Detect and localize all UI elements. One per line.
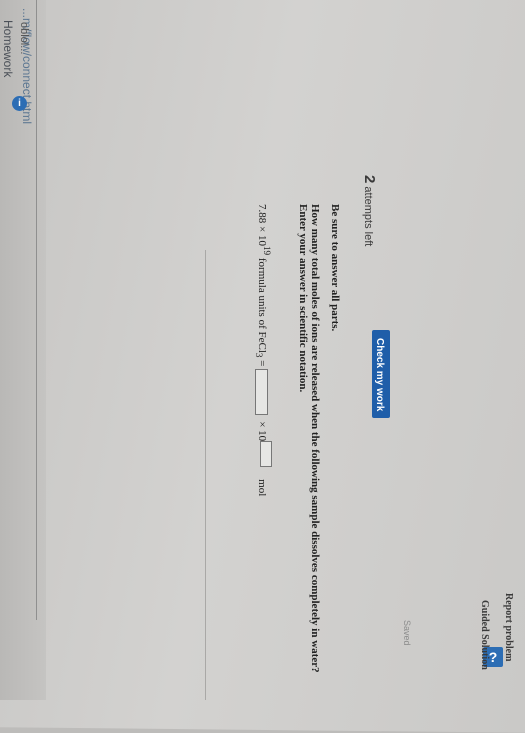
mantissa-input[interactable] <box>255 369 269 416</box>
sample-label: formula units of FeCl <box>256 255 269 353</box>
guided-solution-link[interactable]: Guided Solution <box>479 600 490 670</box>
check-my-work-label: Check my work <box>374 338 385 412</box>
divider <box>36 0 37 620</box>
attempts-left: 2 attempts left <box>361 175 378 246</box>
info-icon-glyph: i <box>18 98 21 109</box>
equals-sign: = <box>256 357 269 370</box>
question-line-1: How many total moles of ions are release… <box>309 204 321 673</box>
info-icon[interactable]: i <box>12 96 27 111</box>
tab-title[interactable]: oblol... <box>18 22 30 54</box>
sample-mantissa: 7.88 × 10 <box>256 204 269 246</box>
help-icon-glyph: ? <box>488 649 498 665</box>
report-problem-link[interactable]: Report problem <box>503 593 514 661</box>
times-ten-label: × 10 <box>256 421 269 442</box>
panel-border <box>205 250 206 700</box>
unit-label: mol <box>256 479 269 497</box>
question-line-2: Enter your answer in scientific notation… <box>297 204 309 393</box>
answer-row: 7.88 × 1019 formula units of FeCl3 = × 1… <box>254 204 272 496</box>
saved-status: Saved <box>402 620 412 646</box>
section-title: Homework <box>1 20 15 78</box>
attempts-count: 2 <box>361 175 378 184</box>
sample-exponent: 19 <box>261 245 272 256</box>
instruction-text: Be sure to answer all parts. <box>329 204 341 332</box>
check-my-work-button[interactable]: Check my work <box>372 330 390 418</box>
exponent-input[interactable] <box>260 441 272 468</box>
attempts-label: attempts left <box>362 186 374 247</box>
